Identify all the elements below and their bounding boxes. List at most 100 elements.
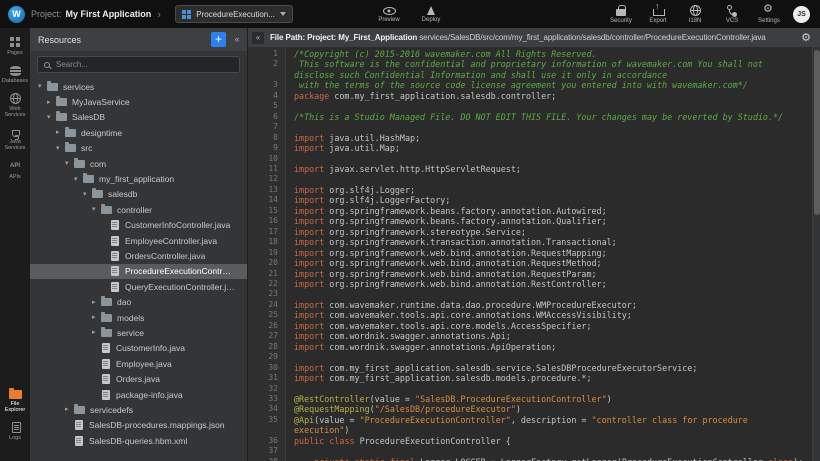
code-line: 15import org.springframework.beans.facto…: [248, 206, 820, 216]
tree-item[interactable]: servicedefs: [30, 402, 247, 417]
caret-icon[interactable]: [74, 176, 83, 183]
tree-item[interactable]: dao: [30, 294, 247, 309]
search-input[interactable]: [56, 60, 233, 69]
caret-icon[interactable]: [92, 299, 101, 306]
rail-item-databases[interactable]: Databases: [0, 65, 30, 84]
collapse-tree-button[interactable]: [252, 32, 264, 44]
tree-item[interactable]: MyJavaService: [30, 94, 247, 109]
caret-icon[interactable]: [38, 83, 47, 90]
add-resource-button[interactable]: [211, 32, 226, 47]
caret-icon[interactable]: [56, 129, 65, 136]
folder-icon: [101, 329, 112, 337]
action-label: Settings: [758, 18, 780, 24]
tree-item[interactable]: CustomerInfo.java: [30, 341, 247, 356]
caret-icon[interactable]: [92, 329, 101, 336]
globe-icon: [10, 93, 21, 104]
rail-item-pages[interactable]: Pages: [0, 36, 30, 56]
caret-icon[interactable]: [47, 99, 56, 106]
tree-item[interactable]: services: [30, 79, 247, 94]
code-line-text: /*Copyright (c) 2015-2016 wavemaker.com …: [286, 49, 820, 59]
artifact-selector-dropdown[interactable]: ProcedureExecution...: [175, 5, 293, 23]
i18n-button[interactable]: I18N: [682, 5, 708, 24]
tree-item-label: models: [117, 313, 144, 323]
rail-item-label: Databases: [2, 78, 28, 84]
export-button[interactable]: Export: [645, 5, 671, 24]
line-number: 23: [248, 289, 286, 299]
rail-item-apis[interactable]: APIs: [0, 160, 30, 180]
tree-item[interactable]: Orders.java: [30, 371, 247, 386]
chevron-down-icon: [280, 12, 286, 16]
preview-button[interactable]: Preview: [376, 5, 402, 23]
collapse-panel-icon[interactable]: [231, 32, 243, 47]
tree-item[interactable]: SalesDB-queries.hbm.xml: [30, 433, 247, 448]
code-line: 32: [248, 384, 820, 394]
settings-gear-icon[interactable]: [800, 32, 812, 44]
line-number: 2: [248, 59, 286, 80]
vcs-button[interactable]: VCS: [719, 5, 745, 24]
code-line-text: import java.util.HashMap;: [286, 133, 820, 143]
tree-item[interactable]: SalesDB-procedures.mappings.json: [30, 418, 247, 433]
tree-item[interactable]: CustomerInfoController.java: [30, 218, 247, 233]
tree-item[interactable]: package-info.java: [30, 387, 247, 402]
tree-item-label: Orders.java: [116, 374, 160, 384]
java-icon: [12, 130, 20, 137]
code-line-text: [286, 384, 820, 394]
topbar-left: W Project: My First Application Procedur…: [0, 5, 293, 23]
tree-item[interactable]: Employee.java: [30, 356, 247, 371]
caret-icon[interactable]: [92, 314, 101, 321]
deploy-button[interactable]: Deploy: [418, 5, 444, 23]
tree-item[interactable]: models: [30, 310, 247, 325]
folder-icon: [65, 144, 76, 152]
line-number: 36: [248, 436, 286, 446]
tree-item[interactable]: OrdersController.java: [30, 248, 247, 263]
scrollbar-thumb[interactable]: [814, 50, 820, 215]
tree-item-label: my_first_application: [99, 174, 174, 184]
code-line-text: import com.wavemaker.tools.api.core.anno…: [286, 310, 820, 320]
tree-item[interactable]: QueryExecutionController.java: [30, 279, 247, 294]
line-number: 35: [248, 415, 286, 436]
caret-icon[interactable]: [65, 406, 74, 413]
tree-item[interactable]: my_first_application: [30, 171, 247, 186]
rail-item-web-services[interactable]: Web Services: [0, 93, 30, 118]
tree-item[interactable]: salesdb: [30, 187, 247, 202]
wavemaker-logo[interactable]: W: [8, 6, 25, 23]
vertical-scrollbar[interactable]: [812, 47, 820, 461]
caret-icon[interactable]: [92, 206, 101, 213]
settings-button[interactable]: Settings: [756, 5, 782, 24]
folder-icon: [47, 83, 58, 91]
code-line-text: package com.my_first_application.salesdb…: [286, 91, 820, 101]
topbar-center: Preview Deploy: [376, 0, 444, 28]
security-button[interactable]: Security: [608, 5, 634, 24]
caret-icon[interactable]: [83, 191, 92, 198]
line-number: 19: [248, 248, 286, 258]
caret-icon[interactable]: [56, 145, 65, 152]
line-number: 7: [248, 122, 286, 132]
caret-icon[interactable]: [65, 160, 74, 167]
tree-item[interactable]: com: [30, 156, 247, 171]
caret-icon[interactable]: [47, 114, 56, 121]
code-line: 8import java.util.HashMap;: [248, 133, 820, 143]
rail-item-label: Java Services: [1, 139, 29, 151]
code-line: 20import org.springframework.web.bind.an…: [248, 258, 820, 268]
code-line-text: @RestController(value = "SalesDB.Procedu…: [286, 394, 820, 404]
rail-item-file-explorer[interactable]: File Explorer: [0, 388, 30, 413]
user-avatar[interactable]: JS: [793, 6, 810, 23]
code-line-text: import org.springframework.stereotype.Se…: [286, 227, 820, 237]
logs-icon: [12, 422, 21, 433]
tree-item[interactable]: controller: [30, 202, 247, 217]
code-line-text: [286, 352, 820, 362]
rail-item-java-services[interactable]: Java Services: [0, 127, 30, 151]
tree-item-label: CustomerInfo.java: [116, 343, 185, 353]
tree-item[interactable]: service: [30, 325, 247, 340]
code-editor[interactable]: 1/*Copyright (c) 2015-2016 wavemaker.com…: [248, 47, 820, 461]
tree-item-label: salesdb: [108, 189, 137, 199]
globe-icon: [690, 5, 701, 16]
tree-item[interactable]: ProcedureExecutionController.java: [30, 264, 247, 279]
folder-icon: [74, 160, 85, 168]
tree-item[interactable]: EmployeeController.java: [30, 233, 247, 248]
rail-item-logs[interactable]: Logs: [0, 422, 30, 441]
tree-item[interactable]: SalesDB: [30, 110, 247, 125]
action-label: Security: [610, 18, 632, 24]
tree-item[interactable]: designtime: [30, 125, 247, 140]
tree-item[interactable]: src: [30, 141, 247, 156]
